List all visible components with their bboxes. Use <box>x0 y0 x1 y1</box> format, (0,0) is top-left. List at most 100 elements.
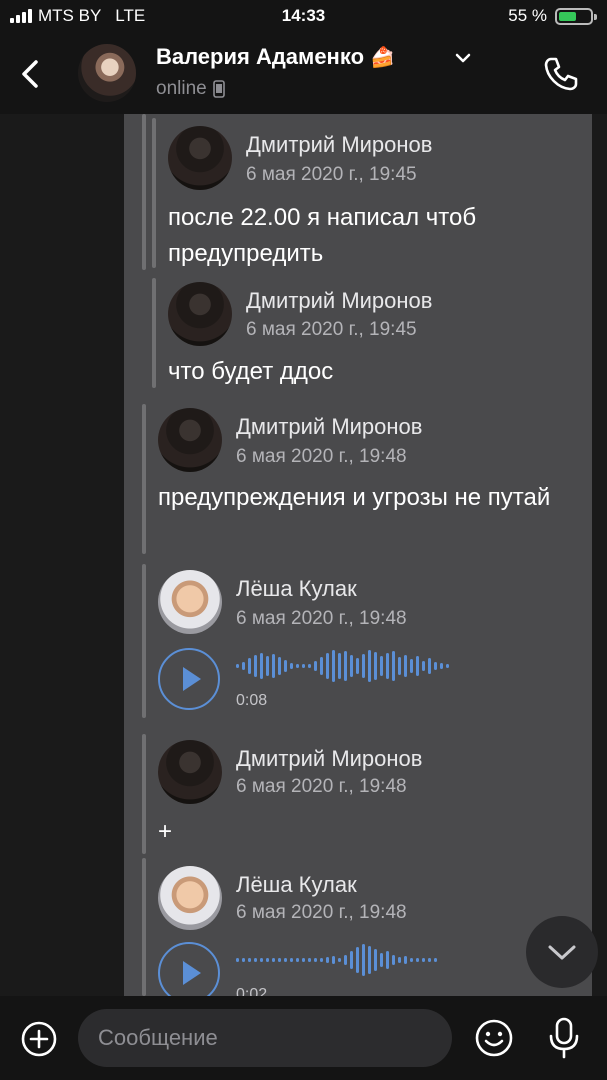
waveform-bar <box>428 658 431 674</box>
status-text: online <box>156 78 207 99</box>
dmitry-avatar <box>168 282 232 346</box>
waveform-bar <box>254 655 257 677</box>
waveform-bar <box>386 951 389 969</box>
waveform-bar <box>278 958 281 962</box>
voice-waveform[interactable] <box>236 942 437 978</box>
contact-avatar[interactable] <box>78 44 136 102</box>
message-date: 6 мая 2020 г., 19:48 <box>236 902 407 923</box>
waveform-bar <box>296 664 299 668</box>
emoji-icon[interactable] <box>474 1018 514 1058</box>
dmitry-avatar <box>168 126 232 190</box>
waveform-bar <box>332 956 335 964</box>
contact-name[interactable]: Валерия Адаменко 🍰 <box>156 44 395 70</box>
waveform-bar <box>284 660 287 672</box>
waveform-bar <box>410 958 413 962</box>
waveform-bar <box>278 657 281 675</box>
message-input[interactable] <box>78 1009 452 1067</box>
play-button[interactable] <box>158 648 220 710</box>
waveform-bar <box>272 654 275 678</box>
waveform-bar <box>386 653 389 679</box>
waveform-bar <box>332 650 335 682</box>
waveform-bar <box>308 958 311 962</box>
waveform-bar <box>362 944 365 976</box>
dmitry-avatar <box>158 408 222 472</box>
waveform-bar <box>314 958 317 962</box>
dmitry-avatar <box>158 740 222 804</box>
waveform-bar <box>320 657 323 675</box>
waveform-bar <box>356 947 359 973</box>
waveform-bar <box>398 657 401 675</box>
message-text: что будет ддос <box>168 358 334 385</box>
author-name: Лёша Кулак <box>236 576 357 601</box>
waveform-bar <box>290 958 293 962</box>
lesha-avatar <box>158 866 222 930</box>
waveform-bar <box>314 661 317 671</box>
waveform-bar <box>320 958 323 962</box>
cake-emoji: 🍰 <box>370 47 395 69</box>
voice-waveform[interactable] <box>236 648 449 684</box>
chat-header: Валерия Адаменко 🍰 online <box>0 34 607 114</box>
waveform-bar <box>368 650 371 682</box>
waveform-bar <box>368 946 371 974</box>
add-attachment-icon[interactable] <box>20 1020 58 1058</box>
battery-percent: 55 % <box>508 6 547 25</box>
contact-status: online <box>156 78 225 100</box>
waveform-bar <box>302 958 305 962</box>
chat-area[interactable]: Дмитрий Миронов 6 мая 2020 г., 19:45 пос… <box>0 114 607 996</box>
message-date: 6 мая 2020 г., 19:45 <box>246 164 417 185</box>
waveform-bar <box>398 957 401 963</box>
waveform-bar <box>242 662 245 670</box>
quote-bar <box>142 404 146 554</box>
waveform-bar <box>374 652 377 680</box>
phone-call-icon[interactable] <box>541 54 581 94</box>
waveform-bar <box>272 958 275 962</box>
waveform-bar <box>410 659 413 673</box>
waveform-bar <box>434 662 437 670</box>
waveform-bar <box>356 658 359 674</box>
waveform-bar <box>344 651 347 681</box>
message-text: предупреждения и угрозы не путай <box>158 484 551 511</box>
waveform-bar <box>338 653 341 679</box>
waveform-bar <box>266 656 269 676</box>
quote-bar <box>142 564 146 718</box>
waveform-bar <box>392 651 395 681</box>
waveform-bar <box>422 661 425 671</box>
author-name: Лёша Кулак <box>236 872 357 897</box>
waveform-bar <box>254 958 257 962</box>
waveform-bar <box>260 653 263 679</box>
waveform-bar <box>338 958 341 962</box>
waveform-bar <box>344 955 347 965</box>
voice-duration: 0:02 <box>236 986 268 996</box>
lesha-avatar <box>158 570 222 634</box>
waveform-bar <box>350 655 353 677</box>
waveform-bar <box>242 958 245 962</box>
waveform-bar <box>380 953 383 967</box>
waveform-bar <box>302 664 305 668</box>
message-date: 6 мая 2020 г., 19:48 <box>236 608 407 629</box>
waveform-bar <box>308 664 311 668</box>
waveform-bar <box>290 663 293 669</box>
waveform-bar <box>422 958 425 962</box>
scroll-down-button[interactable] <box>526 916 598 988</box>
waveform-bar <box>350 951 353 969</box>
play-button[interactable] <box>158 942 220 996</box>
waveform-bar <box>392 955 395 965</box>
author-name: Дмитрий Миронов <box>236 414 423 439</box>
waveform-bar <box>428 958 431 962</box>
chevron-down-icon <box>548 945 576 960</box>
message-date: 6 мая 2020 г., 19:45 <box>246 319 417 340</box>
author-name: Дмитрий Миронов <box>246 288 433 313</box>
waveform-bar <box>284 958 287 962</box>
mobile-icon <box>212 80 225 98</box>
quote-bar <box>152 278 156 388</box>
waveform-bar <box>434 958 437 962</box>
battery-icon <box>555 7 597 25</box>
waveform-bar <box>248 958 251 962</box>
chevron-down-icon[interactable] <box>452 50 474 66</box>
voice-duration: 0:08 <box>236 692 268 709</box>
back-arrow-icon[interactable] <box>16 54 46 94</box>
waveform-bar <box>440 663 443 669</box>
waveform-bar <box>296 958 299 962</box>
author-name: Дмитрий Миронов <box>246 132 433 157</box>
microphone-icon[interactable] <box>546 1016 582 1060</box>
